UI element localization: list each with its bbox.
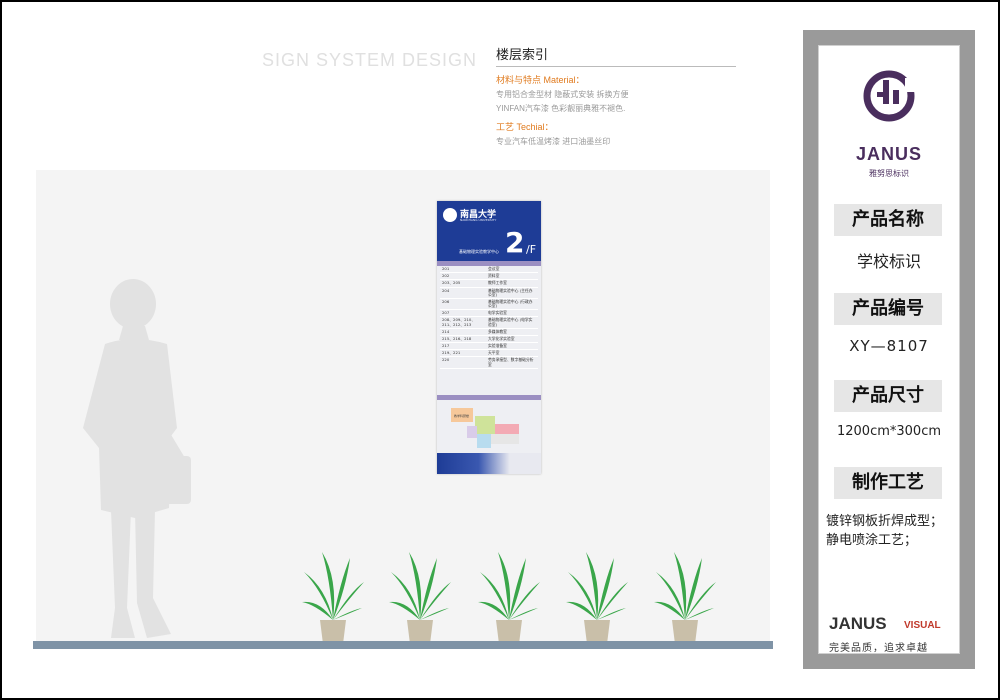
potted-plant-5 xyxy=(654,552,716,644)
room-row: 208、209、210、211、212、213 基础物理实验中心 (电学实验室) xyxy=(440,316,538,329)
room-number: 220 xyxy=(440,356,486,369)
product-info-panel: JANUS 雅努思标识 产品名称 学校标识 产品编号 XY—8107 产品尺寸 … xyxy=(803,30,975,669)
potted-plant-1 xyxy=(302,552,364,644)
room-row: 215、216、218 大学化学实验室 xyxy=(440,335,538,344)
room-name: 劳务承接型、数字基础分析室 xyxy=(486,356,538,369)
room-name: 教师工作室 xyxy=(486,279,538,288)
room-number: 202 xyxy=(440,272,486,281)
room-number: 201 xyxy=(440,266,486,274)
product-size-label: 产品尺寸 xyxy=(834,380,942,412)
product-name-label: 产品名称 xyxy=(834,204,942,236)
room-name: 大学化学实验室 xyxy=(486,335,538,344)
room-name: 资料室 xyxy=(486,272,538,281)
room-name: 会议室 xyxy=(486,266,538,274)
janus-logo-icon xyxy=(863,70,915,122)
room-row: 220 劳务承接型、数字基础分析室 xyxy=(440,356,538,369)
product-craft-label: 制作工艺 xyxy=(834,467,942,499)
brand-name: JANUS xyxy=(855,144,922,164)
room-number: 206 xyxy=(440,298,486,311)
room-name: 基础物理实验中心 (行政办公室) xyxy=(486,298,538,311)
sign-mid-band xyxy=(437,395,541,400)
room-number: 204 xyxy=(440,287,486,299)
craft-line: 专业汽车低温烤漆 进口油墨丝印 xyxy=(496,137,611,146)
sign-header: 南昌大学 NANCHANG UNIVERSITY 基础物理实验教学中心 2 /F xyxy=(437,201,541,261)
room-name: 电学实验室 xyxy=(486,309,538,318)
room-row: 207 电学实验室 xyxy=(440,309,538,318)
room-row: 203、205 教师工作室 xyxy=(440,279,538,288)
room-row: 204 基础物理实验中心 (主任办公室) xyxy=(440,287,538,299)
person-silhouette xyxy=(83,279,191,638)
product-craft-value: 镀锌钢板折焊成型；静电喷涂工艺； xyxy=(826,514,944,548)
room-number: 215、216、218 xyxy=(440,335,486,344)
craft-heading: 工艺 Techial： xyxy=(496,122,554,132)
sign-room-table: 201 会议室 202 资料室 203、205 教师工作室 204 基础物理实验中心 (主任办… xyxy=(440,266,538,369)
room-row: 201 会议室 xyxy=(440,266,538,274)
room-row: 214 多媒体教室 xyxy=(440,328,538,336)
footer-brand: JANUS xyxy=(829,614,887,633)
footer-slogan: 完美品质，追求卓越 xyxy=(829,643,928,654)
university-logo-icon xyxy=(443,208,457,222)
floor-index-sign: 南昌大学 NANCHANG UNIVERSITY 基础物理实验教学中心 2 /F… xyxy=(437,201,541,474)
sign-floor-number: 2 xyxy=(505,226,525,259)
product-size-value: 1200cm*300cm xyxy=(836,424,942,439)
room-name: 实验准备室 xyxy=(486,342,538,351)
footer-visual: VISUAL xyxy=(904,620,941,631)
sign-floor-suffix: /F xyxy=(526,243,537,256)
product-code-value: XY—8107 xyxy=(849,337,929,355)
potted-plant-2 xyxy=(389,552,451,644)
room-name: 天平室 xyxy=(486,349,538,358)
product-code-label: 产品编号 xyxy=(834,293,942,325)
floor-strip xyxy=(33,641,773,649)
material-line-2: YINFAN汽车漆 色彩靓丽典雅不褪色. xyxy=(496,104,626,113)
room-row: 219、221 天平室 xyxy=(440,349,538,358)
product-info-card: JANUS 雅努思标识 产品名称 学校标识 产品编号 XY—8107 产品尺寸 … xyxy=(818,45,960,654)
brand-subtitle: 雅努思标识 xyxy=(869,169,909,178)
room-name: 多媒体教室 xyxy=(486,328,538,336)
room-number: 219、221 xyxy=(440,349,486,358)
room-number: 208、209、210、211、212、213 xyxy=(440,316,486,329)
product-name-value: 学校标识 xyxy=(856,252,921,271)
sign-university-en: NANCHANG UNIVERSITY xyxy=(460,218,497,222)
room-number: 203、205 xyxy=(440,279,486,288)
room-row: 202 资料室 xyxy=(440,272,538,281)
spec-info-block: 楼层索引 材料与特点 Material： 专用铝合金型材 隐蔽式安装 拆换方便 … xyxy=(496,44,736,147)
floor-map: 教学科研楼 xyxy=(451,408,519,448)
room-name: 基础物理实验中心 (主任办公室) xyxy=(486,287,538,299)
potted-plant-4 xyxy=(566,552,628,644)
spec-title: 楼层索引 xyxy=(496,44,736,67)
potted-plant-3 xyxy=(478,552,540,644)
room-number: 217 xyxy=(440,342,486,351)
room-row: 206 基础物理实验中心 (行政办公室) xyxy=(440,298,538,311)
room-number: 214 xyxy=(440,328,486,336)
sign-center-name: 基础物理实验教学中心 xyxy=(459,249,499,254)
sign-footer xyxy=(437,453,541,474)
watermark-text: SIGN SYSTEM DESIGN xyxy=(262,50,478,70)
map-label: 教学科研楼 xyxy=(454,413,469,418)
room-number: 207 xyxy=(440,309,486,318)
material-heading: 材料与特点 Material： xyxy=(496,75,585,85)
material-line-1: 专用铝合金型材 隐蔽式安装 拆换方便 xyxy=(496,90,629,99)
room-name: 基础物理实验中心 (电学实验室) xyxy=(486,316,538,329)
room-row: 217 实验准备室 xyxy=(440,342,538,351)
